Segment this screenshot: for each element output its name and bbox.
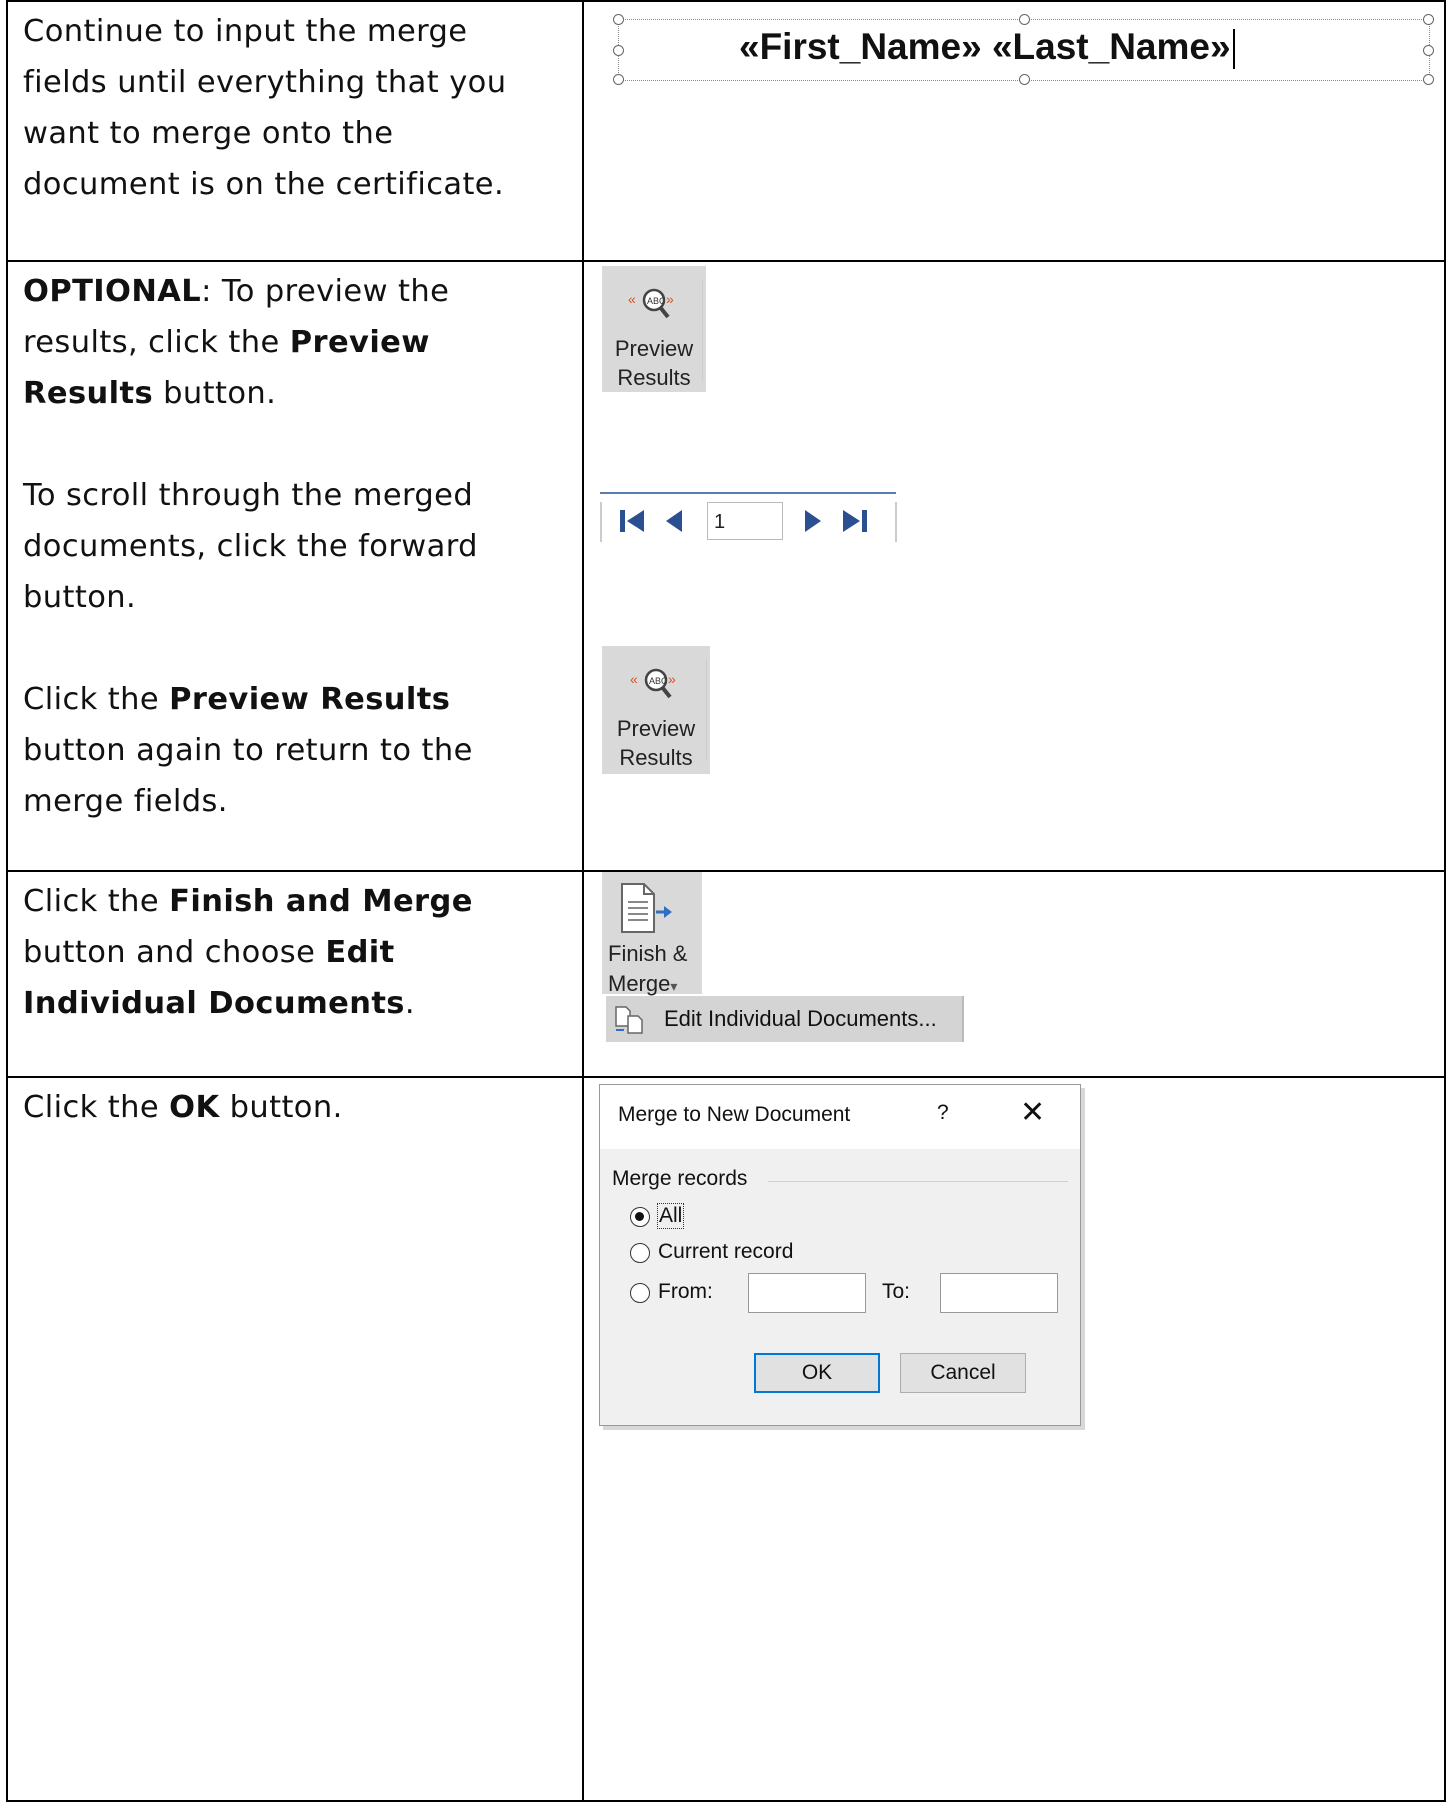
merge-to-new-document-dialog: Merge to New Document ? ✕ Merge records … (599, 1084, 1081, 1426)
first-record-icon[interactable] (620, 510, 646, 532)
last-record-icon[interactable] (841, 510, 867, 532)
step-row-ok: Click the OK button. Merge to New Docume… (6, 1078, 1446, 1802)
instruction-cell: Click the Finish and Merge button and ch… (8, 872, 584, 1076)
menu-item-edit-individual-documents[interactable]: Edit Individual Documents... (606, 996, 962, 1042)
radio-from-label[interactable]: From: (658, 1280, 713, 1304)
ribbon-separator (706, 660, 707, 760)
instruction-text: : To preview the (201, 274, 450, 309)
preview-results-button[interactable]: « ABC » Preview Results (602, 646, 710, 774)
resize-handle[interactable] (1423, 45, 1434, 56)
ribbon-separator (600, 502, 602, 542)
dialog-title-bar: Merge to New Document ? ✕ (600, 1085, 1080, 1149)
instruction-text: button. (153, 376, 277, 411)
finish-merge-icon (621, 883, 672, 933)
svg-text:ABC: ABC (649, 676, 668, 686)
svg-text:«: « (630, 671, 638, 687)
close-icon[interactable]: ✕ (1020, 1095, 1045, 1130)
instruction-text: Click the (23, 682, 170, 717)
instruction-bold: Finish and Merge (169, 884, 473, 919)
cancel-button[interactable]: Cancel (900, 1353, 1026, 1393)
dialog-title: Merge to New Document (618, 1103, 851, 1126)
instruction-text: . (404, 986, 415, 1021)
preview-button-label: Results (619, 745, 693, 770)
preview-button-label: Results (617, 365, 691, 390)
screenshot-cell: Finish & Merge▾ Edit Individual Document… (584, 872, 1444, 1076)
screenshot-cell: «First_Name» «Last_Name» (584, 2, 1444, 260)
instruction-bold: Individual Documents (23, 986, 405, 1021)
radio-all-label[interactable]: All (656, 1203, 685, 1229)
preview-button-label: Preview (616, 716, 696, 741)
resize-handle[interactable] (1423, 14, 1434, 25)
step-row-finish-merge: Click the Finish and Merge button and ch… (6, 872, 1446, 1078)
resize-handle[interactable] (1423, 74, 1434, 85)
step-row-merge-fields: Continue to input the merge fields until… (6, 0, 1446, 262)
resize-handle[interactable] (613, 14, 624, 25)
ribbon-separator (895, 502, 897, 542)
finish-button-label: Finish & (608, 941, 688, 966)
instruction-cell: Click the OK button. (8, 1078, 584, 1800)
resize-handle[interactable] (1019, 74, 1030, 85)
instruction-cell: OPTIONAL: To preview the results, click … (8, 262, 584, 870)
finish-merge-button[interactable]: Finish & Merge▾ (602, 872, 702, 996)
ok-button[interactable]: OK (754, 1353, 880, 1393)
preview-button-label: Preview (614, 336, 694, 361)
instruction-line: Results button. (23, 364, 573, 423)
instruction-line: Click the OK button. (23, 1078, 573, 1137)
resize-handle[interactable] (613, 45, 624, 56)
merge-field-names: «First_Name» «Last_Name» (739, 26, 1231, 67)
svg-text:»: » (666, 291, 674, 307)
instruction-cell: Continue to input the merge fields until… (8, 2, 584, 260)
nav-divider (600, 492, 896, 494)
dropdown-arrow-icon: ▾ (670, 978, 678, 994)
preview-results-button[interactable]: « ABC » Preview Results (602, 266, 706, 392)
ribbon-separator (702, 280, 703, 380)
finish-button-label-text: Merge (608, 971, 671, 996)
resize-handle[interactable] (613, 74, 624, 85)
from-input[interactable] (748, 1273, 866, 1313)
instruction-bold: Edit (325, 935, 395, 970)
instruction-line: document is on the certificate. (23, 167, 505, 202)
merge-field-textbox[interactable]: «First_Name» «Last_Name» (613, 14, 1434, 85)
svg-text:»: » (668, 671, 676, 687)
to-input[interactable] (940, 1273, 1058, 1313)
instruction-text: button. (219, 1090, 343, 1125)
screenshot-cell: Merge to New Document ? ✕ Merge records … (584, 1078, 1444, 1800)
instruction-line: button. (23, 580, 137, 615)
instruction-text: Click the (23, 884, 170, 919)
preview-results-icon: « ABC » (628, 288, 674, 319)
instruction-bold: OK (169, 1090, 220, 1125)
instruction-text: Click the (23, 1090, 170, 1125)
record-number-field[interactable]: 1 (707, 502, 783, 540)
instruction-text: button and choose (23, 935, 326, 970)
instruction-bold: Results (23, 376, 154, 411)
step-row-preview-results: OPTIONAL: To preview the results, click … (6, 262, 1446, 872)
preview-results-icon: « ABC » (630, 668, 676, 699)
radio-from[interactable] (630, 1283, 650, 1303)
next-record-icon[interactable] (803, 510, 823, 532)
menu-edge (962, 996, 964, 1042)
optional-label: OPTIONAL (23, 274, 202, 309)
help-icon[interactable]: ? (937, 1101, 949, 1125)
screenshot-cell: « ABC » Preview Results 1 « ABC » Previe… (584, 262, 1444, 870)
radio-all[interactable] (630, 1207, 650, 1227)
instruction-line: Individual Documents. (23, 974, 573, 1033)
radio-current-record[interactable] (630, 1243, 650, 1263)
merge-field-text[interactable]: «First_Name» «Last_Name» (739, 22, 1235, 72)
svg-text:«: « (628, 291, 636, 307)
menu-item-label: Edit Individual Documents... (664, 1006, 937, 1031)
group-divider (768, 1181, 1068, 1182)
instruction-line: merge fields. (23, 784, 228, 819)
instruction-bold: Preview (289, 325, 430, 360)
group-label: Merge records (612, 1167, 748, 1190)
to-label: To: (882, 1280, 911, 1303)
record-navigation: 1 (600, 492, 900, 548)
instruction-bold: Preview Results (169, 682, 451, 717)
radio-current-record-label[interactable]: Current record (658, 1240, 793, 1264)
svg-text:ABC: ABC (647, 296, 666, 306)
previous-record-icon[interactable] (664, 510, 684, 532)
edit-documents-icon (615, 1006, 643, 1034)
instruction-text: results, click the (23, 325, 290, 360)
text-caret (1232, 29, 1235, 70)
